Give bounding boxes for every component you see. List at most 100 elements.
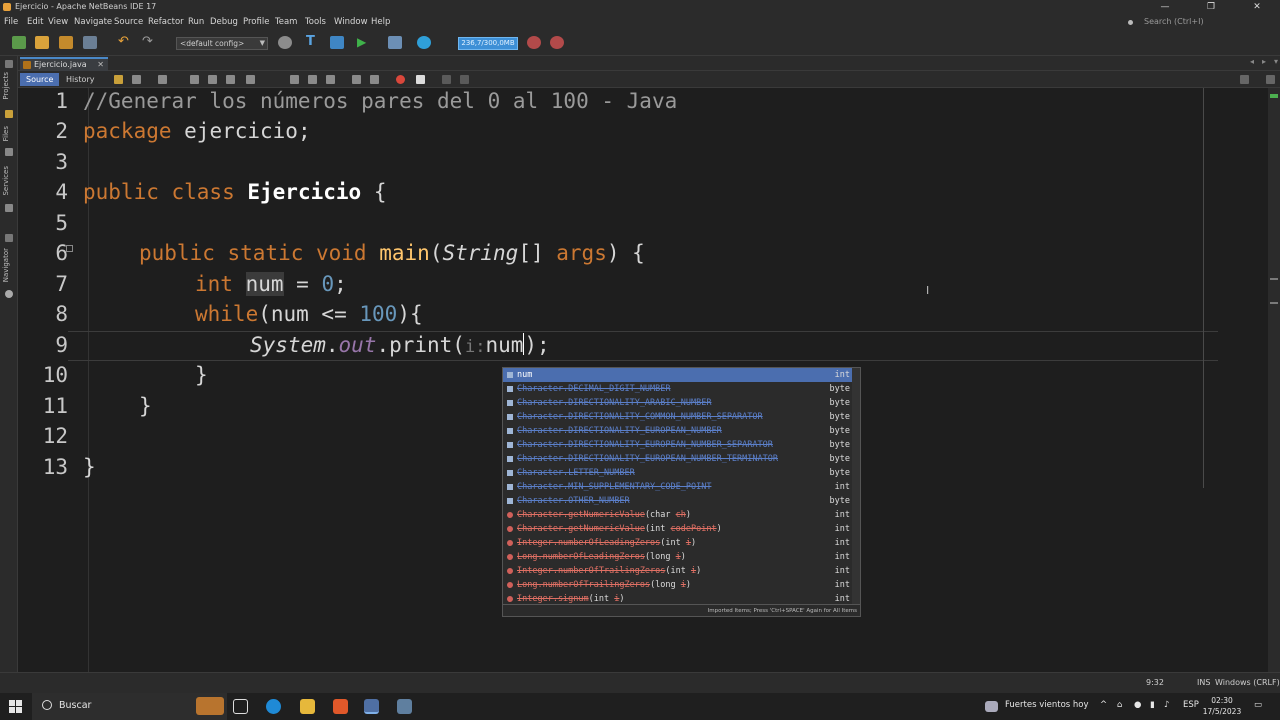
minimize-navigator-icon[interactable] [5, 234, 13, 242]
menu-window[interactable]: Window [334, 17, 368, 27]
line-ending[interactable]: Windows (CRLF) [1215, 673, 1280, 693]
weather-text[interactable]: Fuertes vientos hoy [1005, 700, 1089, 710]
undo-icon[interactable]: ↶ [118, 35, 132, 49]
prev-bookmark-icon[interactable] [290, 75, 299, 84]
start-macro-icon[interactable] [396, 75, 405, 84]
completion-item[interactable]: Character.DIRECTIONALITY_ARABIC_NUMBER by… [503, 396, 860, 410]
clock[interactable]: 02:30 17/5/2023 [1202, 695, 1242, 717]
app-taskbar-icon[interactable] [397, 699, 412, 714]
taskbar-search[interactable]: Buscar [32, 693, 227, 720]
task-view-icon[interactable] [233, 699, 248, 714]
tab-list-icon[interactable]: ▾ [1274, 57, 1278, 66]
network-icon[interactable]: ⌂ [1117, 700, 1122, 710]
completion-item[interactable]: Integer.numberOfTrailingZeros(int i) int [503, 564, 860, 578]
windows-start-icon[interactable] [9, 700, 22, 713]
debug-icon[interactable] [388, 36, 402, 49]
split-editor-icon[interactable] [1240, 75, 1249, 84]
profiler-snapshot-icon[interactable] [550, 36, 564, 49]
find-selection-icon[interactable] [190, 75, 199, 84]
brave-icon[interactable] [333, 699, 348, 714]
open-project-icon[interactable] [59, 36, 73, 49]
stop-macro-icon[interactable] [416, 75, 425, 84]
find-next-icon[interactable] [226, 75, 235, 84]
netbeans-taskbar-icon[interactable] [364, 699, 379, 714]
redo-icon[interactable]: ↷ [142, 35, 156, 49]
globe-icon[interactable] [278, 36, 292, 49]
stripe-mark[interactable] [1270, 278, 1278, 280]
tray-expand-icon[interactable]: ^ [1100, 700, 1107, 710]
save-all-icon[interactable] [83, 36, 97, 49]
new-project-icon[interactable] [12, 36, 26, 49]
menu-debug[interactable]: Debug [210, 17, 238, 27]
volume-icon[interactable]: ♪ [1164, 700, 1169, 710]
completion-item[interactable]: Character.DECIMAL_DIGIT_NUMBER byte [503, 382, 860, 396]
tab-ejercicio-java[interactable]: Ejercicio.java ✕ [20, 57, 108, 71]
new-file-icon[interactable] [35, 36, 49, 49]
services-panel-tab[interactable]: Services [2, 166, 10, 196]
toggle-bookmark-icon[interactable] [326, 75, 335, 84]
menu-view[interactable]: View [48, 17, 68, 27]
memory-meter[interactable]: 236,7/300,0MB [458, 37, 518, 50]
menu-refactor[interactable]: Refactor [148, 17, 184, 27]
close-button[interactable]: ✕ [1234, 0, 1280, 14]
toggle-highlight-icon[interactable] [246, 75, 255, 84]
menu-file[interactable]: File [4, 17, 18, 27]
edge-icon[interactable] [266, 699, 281, 714]
clean-build-icon[interactable] [330, 36, 344, 49]
completion-item[interactable]: Character.getNumericValue(int codePoint)… [503, 522, 860, 536]
menu-profile[interactable]: Profile [243, 17, 269, 27]
notifications-icon[interactable]: ▭ [1254, 700, 1262, 710]
language-indicator[interactable]: ESP [1183, 700, 1199, 710]
last-edit-icon[interactable] [114, 75, 123, 84]
menu-source[interactable]: Source [114, 17, 143, 27]
menu-navigate[interactable]: Navigate [74, 17, 112, 27]
completion-item[interactable]: Character.DIRECTIONALITY_EUROPEAN_NUMBER… [503, 452, 860, 466]
completion-item[interactable]: Character.DIRECTIONALITY_EUROPEAN_NUMBER… [503, 424, 860, 438]
completion-item[interactable]: Character.MIN_SUPPLEMENTARY_CODE_POINT in… [503, 480, 860, 494]
caret-position[interactable]: 9:32 [1146, 673, 1164, 693]
tab-scroll-right-icon[interactable]: ▸ [1262, 57, 1266, 66]
maximize-editor-icon[interactable] [1266, 75, 1275, 84]
comment-icon[interactable] [442, 75, 451, 84]
completion-item[interactable]: Character.OTHER_NUMBER byte [503, 494, 860, 508]
fold-toggle-icon[interactable] [66, 245, 73, 252]
completion-item[interactable]: Character.getNumericValue(char ch) int [503, 508, 860, 522]
build-hammer-icon[interactable]: T [306, 35, 320, 49]
forward-icon[interactable] [158, 75, 167, 84]
projects-panel-tab[interactable]: Projects [2, 72, 10, 100]
file-explorer-icon[interactable] [300, 699, 315, 714]
menu-edit[interactable]: Edit [27, 17, 43, 27]
completion-item[interactable]: Long.numberOfTrailingZeros(long i) int [503, 578, 860, 592]
gc-icon[interactable] [527, 36, 541, 49]
navigator-panel-tab[interactable]: Navigator [2, 248, 10, 282]
source-view-button[interactable]: Source [20, 73, 60, 86]
quick-search-input[interactable]: Search (Ctrl+I) [1128, 16, 1276, 28]
find-previous-icon[interactable] [208, 75, 217, 84]
completion-item[interactable]: Character.DIRECTIONALITY_COMMON_NUMBER_S… [503, 410, 860, 424]
minimize-button[interactable]: — [1142, 0, 1188, 14]
tab-scroll-left-icon[interactable]: ◂ [1250, 57, 1254, 66]
config-select[interactable]: <default config> ▼ [176, 37, 268, 50]
mic-icon[interactable]: ● [1134, 700, 1141, 710]
menu-tools[interactable]: Tools [305, 17, 326, 27]
run-icon[interactable]: ▶ [357, 36, 371, 49]
shift-left-icon[interactable] [352, 75, 361, 84]
completion-item[interactable]: Long.numberOfLeadingZeros(long i) int [503, 550, 860, 564]
history-view-button[interactable]: History [60, 73, 100, 86]
menu-help[interactable]: Help [371, 17, 390, 27]
minimize-group-icon[interactable] [5, 60, 13, 68]
completion-item[interactable]: Integer.numberOfLeadingZeros(int i) int [503, 536, 860, 550]
completion-item[interactable]: num int [503, 368, 860, 382]
completion-item[interactable]: Character.DIRECTIONALITY_EUROPEAN_NUMBER… [503, 438, 860, 452]
popup-scrollbar[interactable] [852, 368, 860, 604]
battery-icon[interactable]: ▮ [1150, 700, 1155, 710]
files-panel-tab[interactable]: Files [2, 126, 10, 141]
completion-item[interactable]: Character.LETTER_NUMBER byte [503, 466, 860, 480]
profile-icon[interactable] [417, 36, 431, 49]
stripe-mark[interactable] [1270, 302, 1278, 304]
back-icon[interactable] [132, 75, 141, 84]
close-tab-icon[interactable]: ✕ [97, 59, 104, 70]
shift-right-icon[interactable] [370, 75, 379, 84]
menu-run[interactable]: Run [188, 17, 204, 27]
next-bookmark-icon[interactable] [308, 75, 317, 84]
